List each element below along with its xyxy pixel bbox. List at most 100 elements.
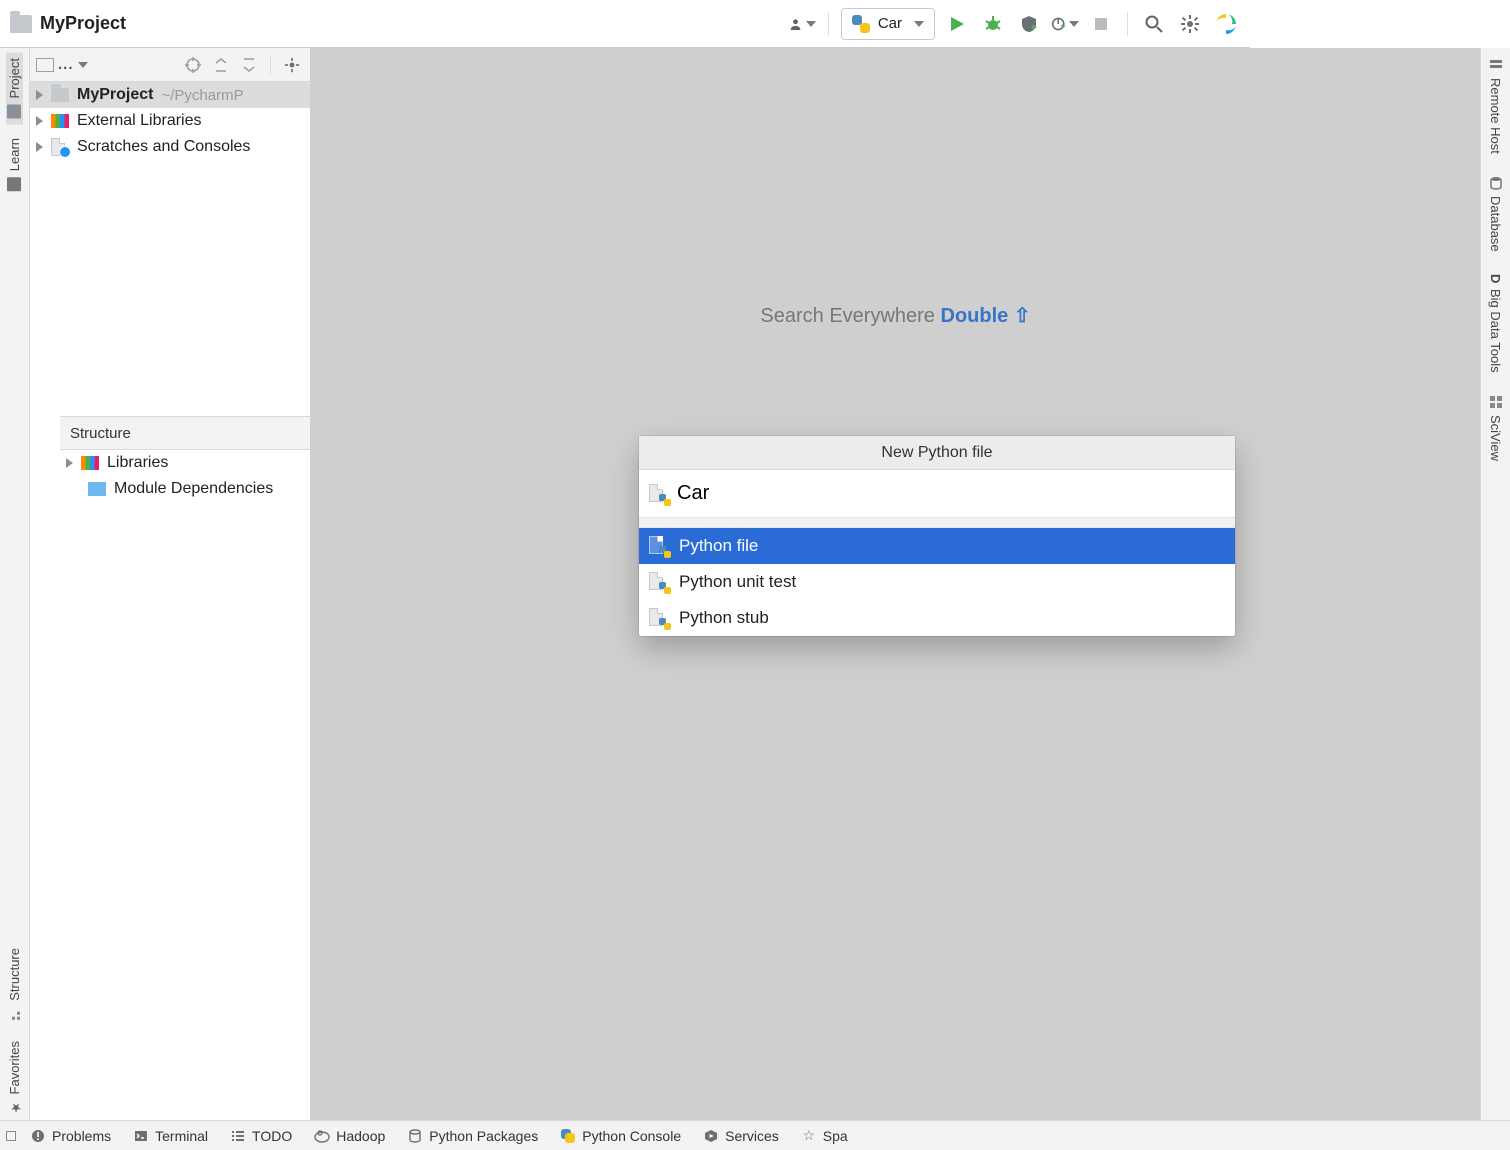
tab-todo[interactable]: TODO [222, 1124, 300, 1148]
option-label: Python stub [679, 608, 769, 628]
filename-input[interactable] [677, 482, 1225, 505]
debug-button[interactable] [979, 10, 1007, 38]
vcs-user-dropdown[interactable] [788, 10, 816, 38]
star-icon: ☆ [801, 1128, 817, 1144]
shortcut-text: Double ⇧ [941, 305, 1031, 327]
tab-label: Database [1488, 196, 1503, 252]
module-icon [88, 482, 106, 496]
separator [828, 12, 829, 36]
editor-area: Search Everywhere Double ⇧ Drop files he… [310, 48, 1480, 1120]
tab-label: Structure [7, 948, 22, 1001]
python-file-icon [649, 536, 669, 556]
folder-icon [51, 88, 69, 102]
new-python-file-dialog: New Python file Python file Python unit … [639, 436, 1235, 636]
toolwindow-toggle[interactable] [6, 1131, 16, 1141]
disclosure-icon[interactable] [66, 458, 73, 468]
scope-selector[interactable]: ... [58, 56, 74, 73]
separator [270, 55, 271, 75]
option-label: Python unit test [679, 572, 796, 592]
option-python-file[interactable]: Python file [639, 528, 1235, 564]
tab-problems[interactable]: Problems [22, 1124, 119, 1148]
jetbrains-toolbox-button[interactable] [1212, 10, 1240, 38]
right-tool-strip: Remote Host Database D Big Data Tools Sc… [1480, 48, 1510, 1120]
libraries-icon [51, 114, 69, 128]
star-icon: ★ [8, 1100, 22, 1114]
python-icon [560, 1128, 576, 1144]
run-button[interactable] [943, 10, 971, 38]
disclosure-icon[interactable] [36, 90, 43, 100]
book-icon [8, 178, 22, 192]
expand-all-button[interactable] [212, 56, 230, 74]
tree-label: Module Dependencies [114, 480, 273, 498]
chevron-down-icon [1069, 21, 1079, 27]
target-icon [184, 56, 202, 74]
disclosure-icon[interactable] [36, 142, 43, 152]
tree-external-libraries[interactable]: External Libraries [30, 108, 335, 134]
tab-hadoop[interactable]: Hadoop [306, 1124, 393, 1148]
tab-label: Remote Host [1488, 78, 1503, 154]
folder-icon [8, 104, 22, 118]
folder-icon [10, 15, 32, 33]
python-file-icon [649, 484, 669, 504]
tree-root[interactable]: MyProject ~/PycharmP [30, 82, 335, 108]
tab-learn[interactable]: Learn [6, 132, 23, 197]
search-everywhere-button[interactable] [1140, 10, 1168, 38]
profile-icon [1051, 14, 1067, 34]
python-file-icon [649, 572, 669, 592]
tab-database[interactable]: Database [1487, 170, 1504, 258]
panel-settings-button[interactable] [283, 56, 301, 74]
tree-label: MyProject [77, 86, 153, 104]
search-icon [1144, 14, 1164, 34]
tab-terminal[interactable]: Terminal [125, 1124, 216, 1148]
swirl-icon [1215, 13, 1237, 35]
navbar: MyProject Car [0, 0, 1250, 48]
play-icon [948, 15, 966, 33]
tab-label: Learn [7, 138, 22, 171]
tab-label: Terminal [155, 1128, 208, 1144]
profile-button[interactable] [1051, 10, 1079, 38]
settings-button[interactable] [1176, 10, 1204, 38]
tab-favorites[interactable]: ★ Favorites [6, 1035, 23, 1120]
select-opened-file-button[interactable] [184, 56, 202, 74]
search-hint: Search Everywhere Double ⇧ [760, 303, 1030, 328]
host-icon [1489, 58, 1503, 72]
project-panel: ... MyProject ~/Py [30, 48, 335, 1120]
tab-big-data-tools[interactable]: D Big Data Tools [1487, 268, 1504, 379]
disclosure-icon[interactable] [36, 116, 43, 126]
project-name: MyProject [40, 13, 126, 34]
database-icon [1489, 176, 1503, 190]
stop-button[interactable] [1087, 10, 1115, 38]
run-config-selector[interactable]: Car [841, 8, 935, 40]
tab-label: SciView [1488, 415, 1503, 461]
tab-label: Services [725, 1128, 779, 1144]
expand-icon [213, 57, 229, 73]
packages-icon [407, 1128, 423, 1144]
option-python-stub[interactable]: Python stub [639, 600, 1235, 636]
tab-python-packages[interactable]: Python Packages [399, 1124, 546, 1148]
left-tool-strip: Project Learn Structure ★ Favorites [0, 48, 30, 1120]
collapse-icon [241, 57, 257, 73]
tab-spark[interactable]: ☆ Spa [793, 1124, 856, 1148]
tree-label: Libraries [107, 454, 168, 472]
collapse-all-button[interactable] [240, 56, 258, 74]
tab-python-console[interactable]: Python Console [552, 1124, 689, 1148]
tab-label: Project [7, 58, 22, 98]
bottom-toolbar: Problems Terminal TODO Hadoop Python Pac… [0, 1120, 1510, 1150]
tab-services[interactable]: Services [695, 1124, 787, 1148]
tab-label: Favorites [7, 1041, 22, 1094]
tab-project[interactable]: Project [6, 52, 23, 124]
breadcrumb[interactable]: MyProject [10, 13, 126, 34]
tree-scratches[interactable]: Scratches and Consoles [30, 134, 335, 160]
tab-label: Python Console [582, 1128, 681, 1144]
run-config-label: Car [878, 15, 902, 32]
list-icon [230, 1128, 246, 1144]
filename-row [639, 470, 1235, 518]
coverage-button[interactable] [1015, 10, 1043, 38]
tab-structure[interactable]: Structure [6, 942, 23, 1027]
terminal-icon [133, 1128, 149, 1144]
tab-sciview[interactable]: SciView [1487, 389, 1504, 467]
option-python-unit-test[interactable]: Python unit test [639, 564, 1235, 600]
tab-label: Hadoop [336, 1128, 385, 1144]
tab-remote-host[interactable]: Remote Host [1487, 52, 1504, 160]
tree-label: External Libraries [77, 112, 202, 130]
